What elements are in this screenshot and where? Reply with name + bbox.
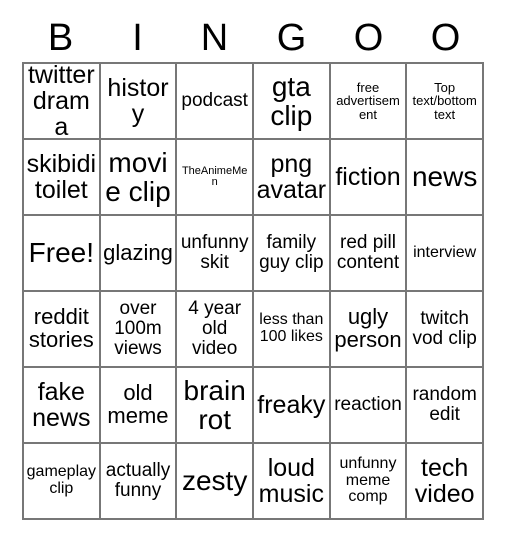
- bingo-header-letter-0: B: [47, 17, 74, 59]
- bingo-cell-r0-c0[interactable]: twitter drama: [24, 64, 101, 140]
- bingo-card: B I N G O O twitter drama history podcast gta cl…: [0, 0, 506, 544]
- bingo-header-letter-5: O: [430, 17, 461, 59]
- bingo-cell-label: podcast: [181, 90, 248, 112]
- bingo-cell-label: TheAnimeMen: [181, 164, 248, 188]
- bingo-cell-label: random edit: [412, 384, 477, 425]
- bingo-cell-r3-c0[interactable]: reddit stories: [24, 292, 101, 368]
- bingo-cell-label: over 100m views: [114, 298, 162, 359]
- bingo-cell-r5-c1[interactable]: actually funny: [100, 444, 178, 520]
- bingo-cell-r2-c3[interactable]: family guy clip: [253, 216, 331, 292]
- bingo-cell-r1-c2[interactable]: TheAnimeMen: [177, 140, 254, 216]
- bingo-cell-label: Top text/bottom text: [412, 79, 477, 122]
- bingo-cell-label: twitter drama: [27, 64, 95, 140]
- bingo-cell-label: news: [411, 161, 478, 193]
- bingo-header-letter-2: N: [200, 17, 229, 59]
- bingo-cell-label: fiction: [335, 163, 401, 191]
- bingo-cell-label: red pill content: [336, 232, 400, 273]
- bingo-cell-r5-c2[interactable]: zesty: [177, 444, 254, 520]
- bingo-cell-r0-c5[interactable]: Top text/bottom text: [407, 64, 484, 140]
- bingo-cell-r3-c2[interactable]: 4 year old video: [177, 292, 254, 368]
- bingo-cell-r2-c4[interactable]: red pill content: [330, 216, 408, 292]
- bingo-cell-label: Free!: [28, 237, 94, 269]
- bingo-cell-r1-c3[interactable]: png avatar: [253, 140, 331, 216]
- bingo-cell-r3-c4[interactable]: ugly person: [330, 292, 408, 368]
- bingo-cell-r1-c5[interactable]: news: [407, 140, 484, 216]
- bingo-cell-r4-c1[interactable]: old meme: [100, 368, 178, 444]
- bingo-cell-r5-c4[interactable]: unfunny meme comp: [330, 444, 408, 520]
- bingo-cell-r3-c3[interactable]: less than 100 likes: [253, 292, 331, 368]
- bingo-cell-r3-c1[interactable]: over 100m views: [100, 292, 178, 368]
- bingo-cell-r1-c0[interactable]: skibidi toilet: [24, 140, 101, 216]
- bingo-cell-label: 4 year old video: [188, 298, 242, 359]
- bingo-cell-label: loud music: [258, 454, 324, 508]
- bingo-cell-r4-c5[interactable]: random edit: [407, 368, 484, 444]
- bingo-cell-label: unfunny skit: [180, 232, 249, 273]
- bingo-cell-label: tech video: [414, 454, 475, 508]
- bingo-cell-label: zesty: [181, 465, 248, 497]
- bingo-cell-r4-c3[interactable]: freaky: [253, 368, 331, 444]
- bingo-cell-label: interview: [413, 243, 477, 261]
- bingo-cell-r2-c2[interactable]: unfunny skit: [177, 216, 254, 292]
- bingo-cell-label: twitch vod clip: [412, 308, 477, 349]
- bingo-cell-label: gameplay clip: [26, 463, 97, 497]
- bingo-cell-label: movie clip: [105, 146, 171, 207]
- bingo-cell-label: fake news: [32, 378, 91, 432]
- bingo-cell-label: old meme: [107, 380, 169, 428]
- bingo-header-letter-1: I: [132, 17, 143, 59]
- bingo-cell-r0-c1[interactable]: history: [100, 64, 178, 140]
- bingo-header-letter-3: G: [276, 17, 307, 59]
- bingo-cell-r2-c1[interactable]: glazing: [100, 216, 178, 292]
- bingo-cell-label: glazing: [103, 239, 173, 265]
- bingo-cell-r3-c5[interactable]: twitch vod clip: [407, 292, 484, 368]
- bingo-cell-r4-c4[interactable]: reaction: [330, 368, 408, 444]
- bingo-cell-label: reaction: [334, 394, 402, 416]
- bingo-cell-r2-c5[interactable]: interview: [407, 216, 484, 292]
- bingo-cell-r0-c2[interactable]: podcast: [177, 64, 254, 140]
- bingo-cell-label: history: [107, 74, 169, 128]
- bingo-header-row: BINGOO: [22, 14, 484, 62]
- bingo-cell-r5-c3[interactable]: loud music: [253, 444, 331, 520]
- bingo-cell-label: family guy clip: [259, 232, 324, 273]
- bingo-cell-r0-c3[interactable]: gta clip: [253, 64, 331, 140]
- bingo-cell-label: gta clip: [270, 70, 313, 131]
- bingo-cell-r1-c4[interactable]: fiction: [330, 140, 408, 216]
- bingo-cell-label: brain rot: [183, 374, 246, 435]
- bingo-cell-r1-c1[interactable]: movie clip: [100, 140, 178, 216]
- bingo-cell-label: reddit stories: [28, 304, 94, 352]
- bingo-grid: twitter drama history podcast gta clip free …: [22, 62, 484, 520]
- bingo-cell-label: png avatar: [256, 150, 327, 204]
- bingo-cell-r0-c4[interactable]: free advertisement: [330, 64, 408, 140]
- bingo-cell-label: free advertisement: [336, 79, 400, 122]
- bingo-free-space[interactable]: Free!: [24, 216, 101, 292]
- bingo-cell-r4-c2[interactable]: brain rot: [177, 368, 254, 444]
- bingo-cell-label: unfunny meme comp: [339, 455, 397, 506]
- bingo-cell-label: freaky: [257, 391, 326, 419]
- bingo-cell-label: ugly person: [334, 304, 402, 352]
- bingo-cell-label: less than 100 likes: [259, 311, 324, 345]
- bingo-cell-r5-c0[interactable]: gameplay clip: [24, 444, 101, 520]
- bingo-cell-r4-c0[interactable]: fake news: [24, 368, 101, 444]
- bingo-cell-r5-c5[interactable]: tech video: [407, 444, 484, 520]
- bingo-cell-label: actually funny: [105, 460, 171, 501]
- bingo-cell-label: skibidi toilet: [26, 150, 97, 204]
- bingo-header-letter-4: O: [353, 17, 384, 59]
